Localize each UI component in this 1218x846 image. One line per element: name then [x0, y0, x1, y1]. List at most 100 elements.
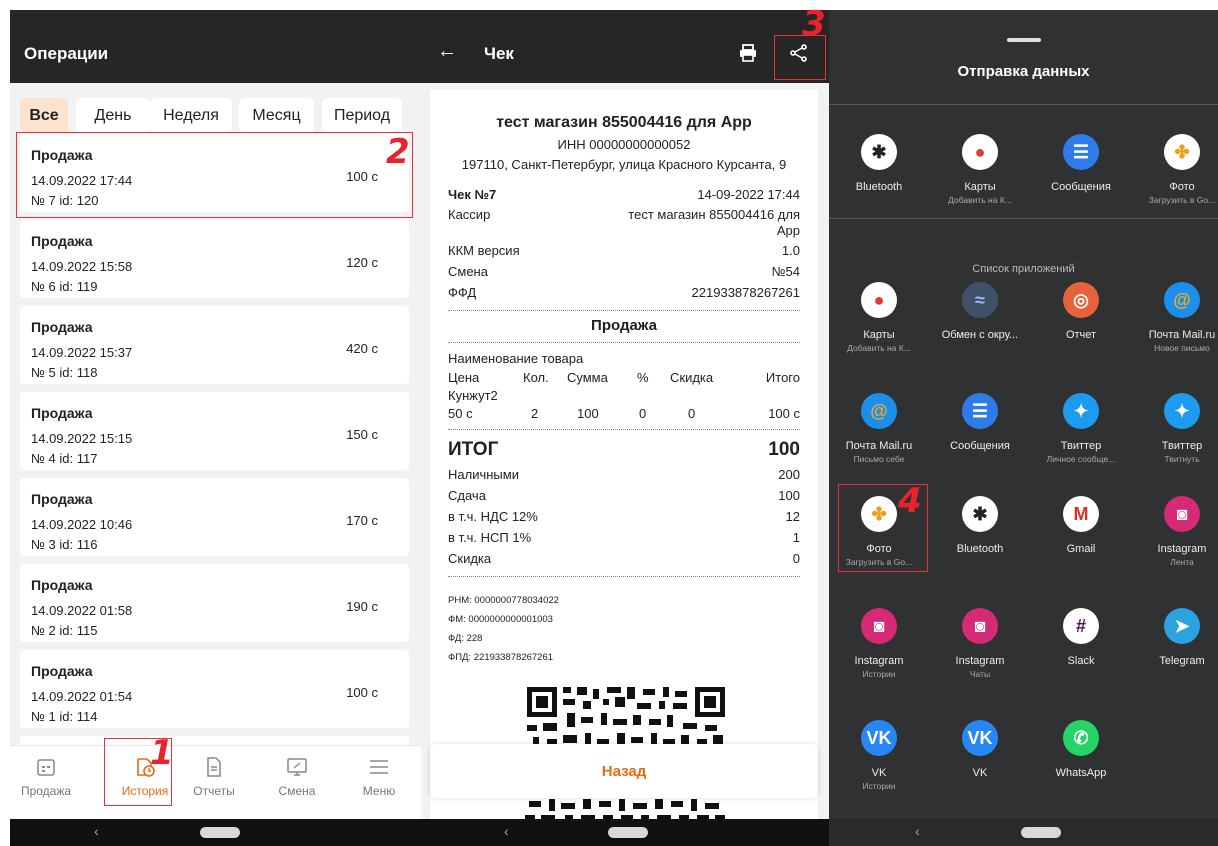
annotation-marker: 4 — [898, 481, 922, 521]
app-name: Почта Mail.ru — [845, 440, 913, 452]
cashbox-icon — [37, 759, 55, 776]
app-tile[interactable]: VK VK — [930, 720, 1030, 781]
operation-amount: 190 с — [346, 599, 378, 614]
operation-card[interactable]: Продажа 14.09.2022 15:37 № 5 id: 118 420… — [20, 306, 409, 384]
column-header: Кол. — [523, 370, 549, 385]
vat-label: в т.ч. НДС 12% — [448, 509, 538, 524]
app-subtitle: Истории — [862, 669, 896, 679]
rnm: РНМ: 0000000778034022 — [448, 595, 559, 606]
app-subtitle: Чаты — [969, 669, 991, 679]
vk-icon: VK — [861, 720, 897, 756]
app-tile[interactable]: ✱ Bluetooth — [930, 496, 1030, 557]
ffd-label: ФФД — [448, 285, 477, 300]
app-subtitle: Загрузить в Go... — [1148, 195, 1216, 205]
system-nav-bar: ‹ — [10, 819, 421, 846]
fm: ФМ: 0000000000001003 — [448, 614, 553, 625]
app-tile[interactable]: ◙ Instagram Чаты — [930, 608, 1030, 679]
app-tile[interactable]: ◙ Instagram Истории — [829, 608, 929, 679]
shift-label: Смена — [448, 264, 488, 279]
filter-day[interactable]: День — [76, 98, 150, 133]
nav-label: Продажа — [20, 784, 72, 798]
app-tile[interactable]: ● Карты Добавить на К... — [930, 134, 1030, 205]
twitter-icon: ✦ — [1063, 393, 1099, 429]
app-tile[interactable]: ≈ Обмен с окру... — [930, 282, 1030, 343]
system-nav-bar: ‹ — [421, 819, 829, 846]
vat-value: 12 — [785, 509, 800, 524]
filter-month[interactable]: Месяц — [239, 98, 314, 133]
back-button[interactable]: Назад — [430, 744, 818, 798]
app-tile[interactable]: ✱ Bluetooth — [829, 134, 929, 195]
app-tile[interactable]: ➤ Telegram — [1132, 608, 1218, 669]
divider — [448, 342, 800, 343]
column-header: % — [637, 370, 649, 385]
ffd-value: 221933878267261 — [691, 285, 800, 300]
operation-number: № 5 id: 118 — [31, 365, 98, 380]
app-tile[interactable]: ☰ Сообщения — [930, 393, 1030, 454]
column-header: Скидка — [670, 370, 714, 385]
sheet-title: Отправка данных — [957, 63, 1090, 80]
item-percent: 0 — [639, 406, 647, 421]
operation-card[interactable]: Продажа 14.09.2022 01:54 № 1 id: 114 100… — [20, 650, 409, 728]
messages-icon: ☰ — [962, 393, 998, 429]
app-name: VK — [972, 767, 988, 779]
app-tile[interactable]: ✦ Твиттер Личное сообще... — [1031, 393, 1131, 464]
app-tile[interactable]: ◎ Отчет — [1031, 282, 1131, 343]
home-pill[interactable] — [608, 827, 648, 838]
app-tile[interactable]: @ Почта Mail.ru Письмо себе — [829, 393, 929, 464]
back-chevron-icon[interactable]: ‹ — [504, 823, 509, 839]
back-chevron-icon[interactable]: ‹ — [94, 823, 99, 839]
nav-shift[interactable]: Смена — [257, 756, 337, 798]
operation-card[interactable]: Продажа 14.09.2022 15:58 № 6 id: 119 120… — [20, 220, 409, 298]
filter-week[interactable]: Неделя — [150, 98, 232, 133]
divider — [448, 576, 800, 577]
app-name: Slack — [1067, 655, 1095, 667]
discount-label: Скидка — [448, 551, 492, 566]
inn: ИНН 00000000000052 — [557, 137, 691, 152]
app-subtitle: Личное сообще... — [1046, 454, 1116, 464]
total-label: ИТОГ — [448, 439, 499, 460]
column-name: Наименование товара — [448, 351, 584, 366]
operation-date: 14.09.2022 15:58 — [31, 259, 133, 274]
nav-menu[interactable]: Меню — [339, 756, 419, 798]
nav-label: Отчеты — [193, 784, 235, 798]
nav-reports[interactable]: Отчеты — [174, 756, 254, 798]
app-name: Bluetooth — [855, 181, 903, 193]
operation-card[interactable]: Продажа 14.09.2022 15:15 № 4 id: 117 150… — [20, 392, 409, 470]
app-tile[interactable]: ☰ Сообщения — [1031, 134, 1131, 195]
maps-icon: ● — [962, 134, 998, 170]
operation-card[interactable]: Продажа 14.09.2022 10:46 № 3 id: 116 170… — [20, 478, 409, 556]
nav-sale[interactable]: Продажа — [10, 756, 86, 798]
filter-period[interactable]: Период — [322, 98, 402, 133]
app-tile[interactable]: ✤ Фото Загрузить в Go... — [1132, 134, 1218, 205]
back-chevron-icon[interactable]: ‹ — [915, 823, 920, 839]
monitor-icon — [287, 758, 307, 776]
print-icon[interactable] — [739, 44, 757, 62]
operation-amount: 170 с — [346, 513, 378, 528]
bottom-nav: Продажа История Отчеты Смена Меню — [10, 745, 421, 819]
home-pill[interactable] — [1021, 827, 1061, 838]
app-tile[interactable]: ◙ Instagram Лента — [1132, 496, 1218, 567]
app-tile[interactable]: # Slack — [1031, 608, 1131, 669]
app-tile[interactable]: ✦ Твиттер Твитнуть — [1132, 393, 1218, 464]
operation-date: 14.09.2022 01:58 — [31, 603, 133, 618]
item-sum: 100 — [577, 406, 599, 421]
app-subtitle: Письмо себе — [853, 454, 905, 464]
operation-card[interactable]: Продажа 14.09.2022 01:58 № 2 id: 115 190… — [20, 564, 409, 642]
filter-all[interactable]: Все — [20, 98, 68, 133]
drag-handle[interactable] — [1007, 38, 1041, 42]
app-tile[interactable]: VK VK Истории — [829, 720, 929, 791]
app-subtitle: Добавить на К... — [948, 195, 1012, 205]
app-tile[interactable]: @ Почта Mail.ru Новое письмо — [1132, 282, 1218, 353]
app-name: Отчет — [1065, 329, 1097, 341]
operation-date: 14.09.2022 15:15 — [31, 431, 133, 446]
messages-icon: ☰ — [1063, 134, 1099, 170]
fpd: ФПД: 221933878267261 — [448, 652, 554, 663]
back-arrow-icon[interactable]: ← — [437, 40, 457, 63]
app-tile[interactable]: ● Карты Добавить на К... — [829, 282, 929, 353]
operation-date: 14.09.2022 10:46 — [31, 517, 133, 532]
app-tile[interactable]: ✆ WhatsApp — [1031, 720, 1131, 781]
column-header: Итого — [765, 370, 800, 385]
app-tile[interactable]: M Gmail — [1031, 496, 1131, 557]
home-pill[interactable] — [200, 827, 240, 838]
fd: ФД: 228 — [448, 633, 483, 644]
